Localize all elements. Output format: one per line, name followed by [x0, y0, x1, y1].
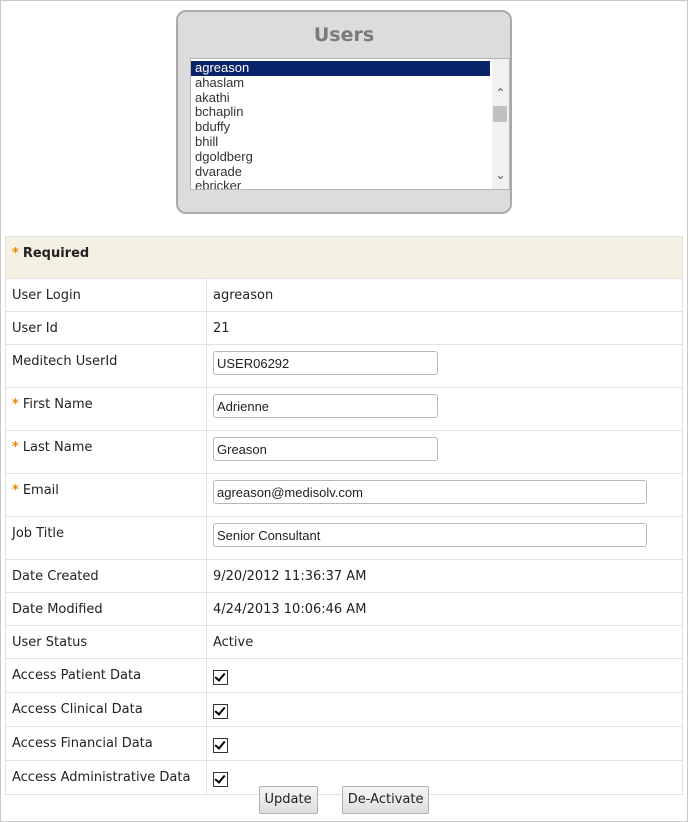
- first-name-label: First Name: [22, 397, 93, 412]
- row-access-financial: Access Financial Data: [5, 726, 683, 761]
- update-button[interactable]: Update: [258, 786, 318, 814]
- scroll-thumb[interactable]: [493, 106, 507, 122]
- scroll-up-icon[interactable]: ⌃: [492, 85, 509, 102]
- access-clinical-label: Access Clinical Data: [5, 692, 207, 727]
- user-login-label: User Login: [5, 278, 207, 312]
- row-first-name: * First Name: [5, 387, 683, 431]
- row-date-created: Date Created 9/20/2012 11:36:37 AM: [5, 559, 683, 593]
- first-name-input[interactable]: [213, 394, 438, 418]
- user-status-value: Active: [206, 625, 683, 659]
- access-patient-checkbox[interactable]: [213, 670, 228, 685]
- access-admin-checkbox[interactable]: [213, 772, 228, 787]
- list-item[interactable]: bhill: [191, 134, 490, 150]
- row-user-login: User Login agreason: [5, 278, 683, 312]
- list-item[interactable]: akathi: [191, 90, 490, 106]
- row-user-id: User Id 21: [5, 311, 683, 345]
- user-id-label: User Id: [5, 311, 207, 345]
- listbox-scrollbar[interactable]: ⌃ ⌄: [492, 59, 509, 189]
- email-input[interactable]: [213, 480, 647, 504]
- row-access-patient: Access Patient Data: [5, 658, 683, 693]
- list-item[interactable]: dvarade: [191, 164, 490, 180]
- meditech-userid-label: Meditech UserId: [5, 344, 207, 388]
- date-created-value: 9/20/2012 11:36:37 AM: [206, 559, 683, 593]
- list-item[interactable]: bchaplin: [191, 105, 490, 120]
- list-item[interactable]: agreason: [191, 60, 490, 76]
- required-star-icon: *: [12, 246, 19, 261]
- user-details-form: * Required User Login agreason User Id 21…: [5, 236, 683, 795]
- required-star-icon: *: [12, 483, 19, 498]
- date-created-label: Date Created: [5, 559, 207, 593]
- users-listbox[interactable]: agreason ahaslam akathi bchaplin bduffy …: [190, 58, 510, 190]
- email-label: Email: [22, 483, 59, 498]
- user-id-value: 21: [206, 311, 683, 345]
- last-name-label: Last Name: [22, 440, 93, 455]
- access-financial-checkbox[interactable]: [213, 738, 228, 753]
- date-modified-value: 4/24/2013 10:06:46 AM: [206, 592, 683, 626]
- users-title: Users: [313, 24, 375, 46]
- user-login-value: agreason: [206, 278, 683, 312]
- row-meditech-userid: Meditech UserId: [5, 344, 683, 388]
- deactivate-button[interactable]: De-Activate: [341, 786, 430, 814]
- access-patient-label: Access Patient Data: [5, 658, 207, 693]
- list-item[interactable]: bduffy: [191, 119, 490, 135]
- access-clinical-checkbox[interactable]: [213, 704, 228, 719]
- row-access-clinical: Access Clinical Data: [5, 692, 683, 727]
- user-status-label: User Status: [5, 625, 207, 659]
- date-modified-label: Date Modified: [5, 592, 207, 626]
- last-name-input[interactable]: [213, 437, 438, 461]
- required-label: Required: [22, 246, 90, 261]
- job-title-input[interactable]: [213, 523, 647, 547]
- users-panel: Users agreason ahaslam akathi bchaplin b…: [176, 10, 512, 214]
- meditech-userid-input[interactable]: [213, 351, 438, 375]
- row-user-status: User Status Active: [5, 625, 683, 659]
- scroll-down-icon[interactable]: ⌄: [492, 167, 509, 184]
- form-actions: Update De-Activate: [0, 786, 688, 814]
- required-star-icon: *: [12, 440, 19, 455]
- job-title-label: Job Title: [5, 516, 207, 560]
- row-date-modified: Date Modified 4/24/2013 10:06:46 AM: [5, 592, 683, 626]
- list-item[interactable]: dgoldberg: [191, 149, 490, 165]
- required-header: * Required: [5, 236, 683, 279]
- required-star-icon: *: [12, 397, 19, 412]
- access-financial-label: Access Financial Data: [5, 726, 207, 761]
- list-item[interactable]: ahaslam: [191, 75, 490, 91]
- row-last-name: * Last Name: [5, 430, 683, 474]
- row-job-title: Job Title: [5, 516, 683, 560]
- row-email: * Email: [5, 473, 683, 517]
- list-item[interactable]: ebricker: [191, 179, 490, 189]
